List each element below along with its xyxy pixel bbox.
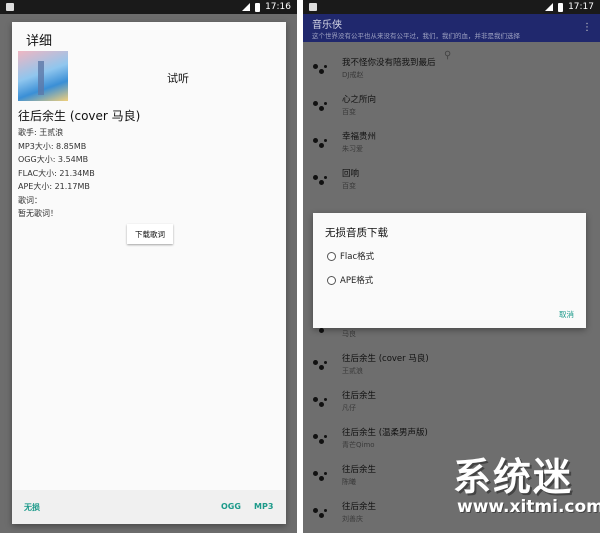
list-item[interactable]: 往后余生 凡仔 [303,385,600,421]
song-artist: DJ戒赵 [342,71,364,79]
song-name: 往后余生 [342,465,377,475]
list-item[interactable]: 我不怪你没有陪我到最后 DJ戒赵 [303,52,600,88]
status-time: 17:16 [265,2,291,12]
song-name: 心之所向 [342,95,377,105]
list-item[interactable]: 幸福贵州 朱习爱 [303,126,600,162]
app-title: 音乐侠 [312,20,342,31]
music-icon [313,101,329,113]
meta-line: MP3大小: 8.85MB [18,141,87,151]
status-bar: 17:16 [0,0,297,14]
meta-line: 歌词： [18,195,42,205]
notification-icon [309,3,317,11]
song-name: 往后余生 [342,502,377,512]
music-icon [313,175,329,187]
option-label: Flac格式 [340,252,375,262]
lossless-button[interactable]: 无损 [24,502,40,513]
right-screen: 17:17 音乐侠 这个世界没有公平也从来没有公平过，我们，我们的血，并非是我们… [303,0,600,533]
music-icon [313,397,329,409]
dialog-title: 详细 [26,34,53,49]
song-artist: 王贰浪 [342,367,363,375]
left-screen: 17:16 详细 试听 往后余生 (cover 马良) 歌手: 王贰浪 MP3大… [0,0,297,533]
song-artist: 陈曦 [342,478,356,486]
ogg-button[interactable]: OGG [221,502,241,511]
music-icon [313,64,329,76]
dialog-footer: 无损 OGG MP3 [12,490,286,524]
song-artist: 凡仔 [342,404,356,412]
song-artist: 百变 [342,108,356,116]
notification-icon [6,3,14,11]
detail-dialog: 详细 试听 往后余生 (cover 马良) 歌手: 王贰浪 MP3大小: 8.8… [12,22,286,524]
ape-option[interactable]: APE格式 [327,274,373,286]
list-item[interactable]: 往后余生 (cover 马良) 王贰浪 [303,348,600,384]
status-time: 17:17 [568,2,594,12]
preview-label[interactable]: 试听 [167,70,189,86]
music-icon [313,360,329,372]
radio-button[interactable] [327,275,336,285]
watermark-logo: 系统迷 [453,455,574,499]
battery-icon [255,2,261,12]
dialog-title: 无损音质下载 [325,227,388,239]
song-name: 我不怪你没有陪我到最后 [342,58,436,68]
album-cover [18,51,68,101]
option-label: APE格式 [340,276,374,286]
song-artist: 朱习爱 [342,145,363,153]
song-name: 往后余生 (cover 马良) [342,354,429,364]
song-artist: 马良 [342,330,356,338]
list-item[interactable]: 心之所向 百变 [303,89,600,125]
watermark-url: www.xitmi.com [457,497,600,517]
meta-line: FLAC大小: 21.34MB [18,168,95,178]
music-icon [313,508,329,520]
lossless-download-dialog: 无损音质下载 Flac格式 APE格式 取消 [313,213,586,328]
song-meta: 歌手: 王贰浪 MP3大小: 8.85MB OGG大小: 3.54MB FLAC… [18,126,95,221]
signal-icon [242,3,251,11]
signal-icon [545,3,554,11]
music-icon [313,138,329,150]
song-name: 幸福贵州 [342,132,377,142]
status-bar: 17:17 [303,0,600,14]
download-lyrics-button[interactable]: 下载歌词 [127,224,173,244]
music-icon [313,471,329,483]
song-artist: 青芒Qimo [342,441,375,449]
more-vert-icon[interactable]: ⋮ [582,22,592,33]
song-artist: 百变 [342,182,356,190]
battery-icon [558,2,564,12]
flac-option[interactable]: Flac格式 [327,250,374,262]
app-bar: 音乐侠 这个世界没有公平也从来没有公平过，我们，我们的血，并非是我们选择 ⋮ [303,14,600,42]
song-artist: 刘善庆 [342,515,363,523]
meta-line: APE大小: 21.17MB [18,182,90,191]
song-name: 回响 [342,169,360,179]
list-item[interactable]: 回响 百变 [303,163,600,199]
song-name: 往后余生 (温柔男声版) [342,428,428,438]
cancel-button[interactable]: 取消 [559,309,574,320]
app-subtitle: 这个世界没有公平也从来没有公平过，我们，我们的血，并非是我们选择 [312,32,520,40]
meta-line: 暂无歌词！ [18,209,58,218]
meta-line: OGG大小: 3.54MB [18,155,89,164]
song-name: 往后余生 [342,391,377,401]
mp3-button[interactable]: MP3 [254,502,273,511]
song-title: 往后余生 (cover 马良) [18,109,141,123]
music-icon [313,434,329,446]
meta-line: 歌手: 王贰浪 [18,128,64,137]
radio-button[interactable] [327,251,336,261]
